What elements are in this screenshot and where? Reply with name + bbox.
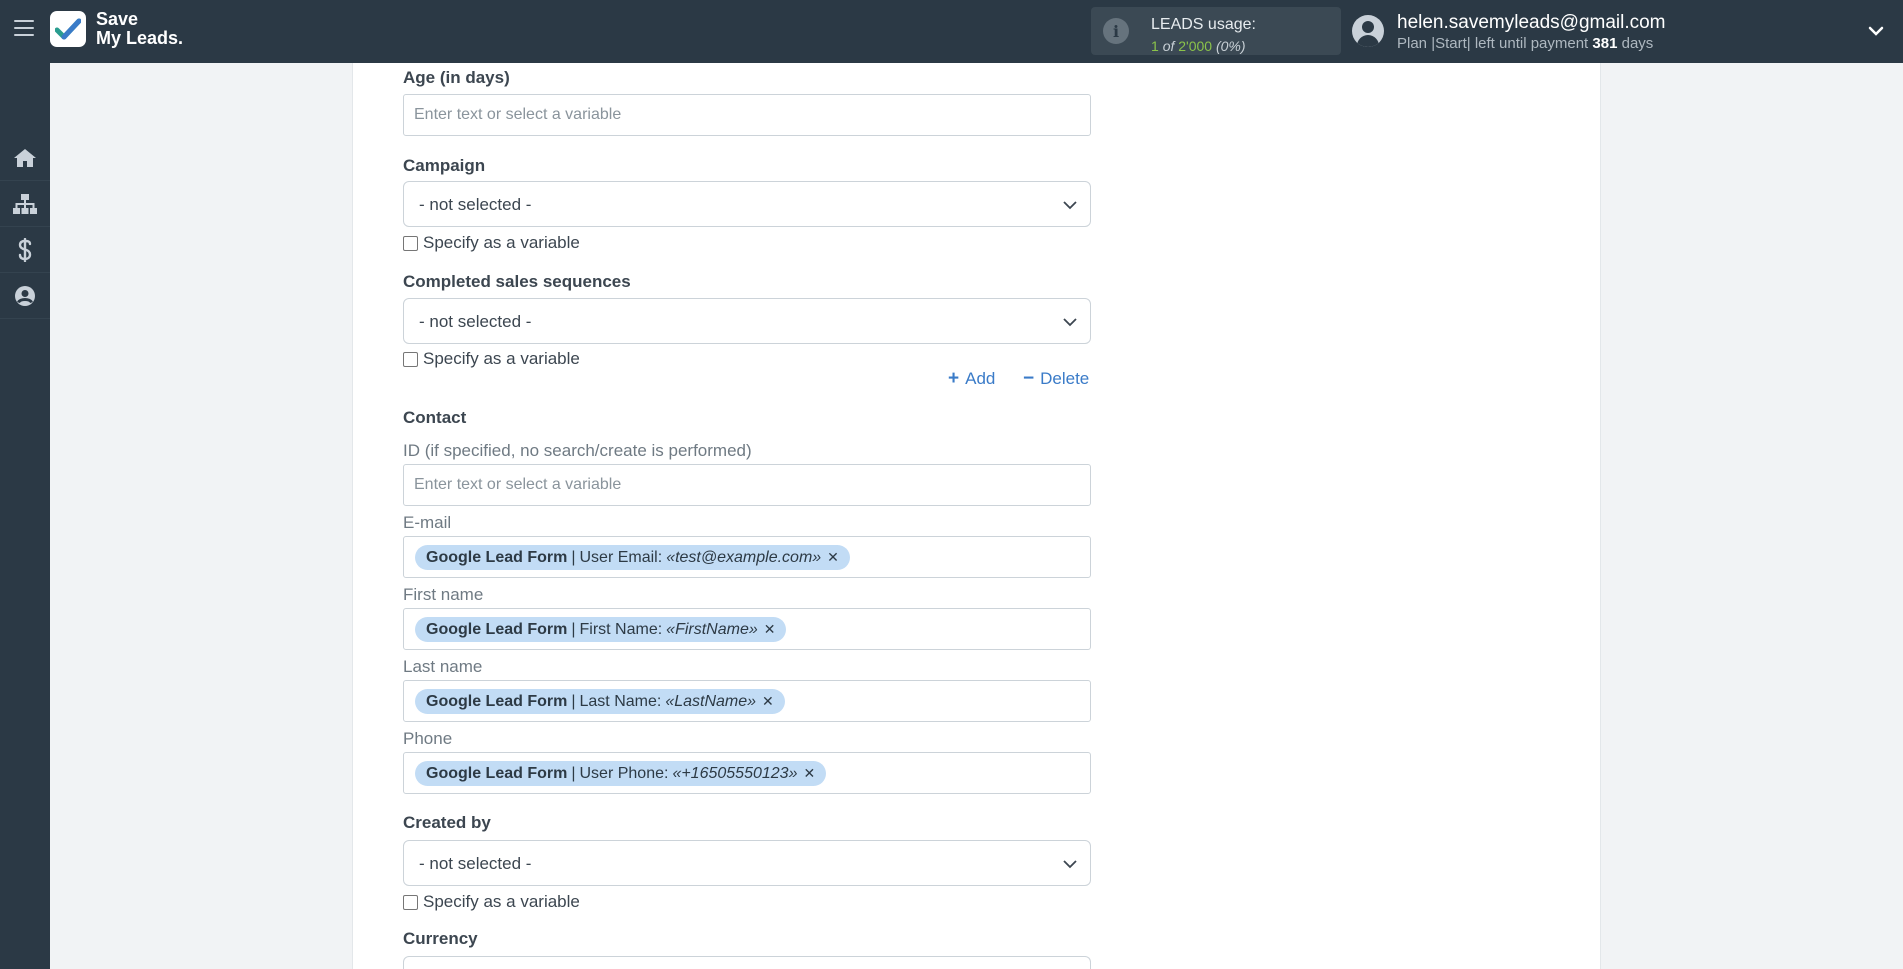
created-by-specify-checkbox[interactable]	[403, 894, 418, 910]
currency-select[interactable]	[403, 956, 1091, 969]
info-icon: i	[1103, 18, 1129, 44]
delete-button[interactable]: − Delete	[1023, 368, 1089, 390]
tag-field-name: User Email:	[579, 548, 663, 566]
campaign-select[interactable]: - not selected -	[403, 181, 1091, 227]
tag-source: Google Lead Form	[426, 548, 568, 566]
sidebar-item-connections[interactable]	[0, 181, 50, 227]
plan-days: 381	[1592, 35, 1618, 52]
sequences-specify-checkbox[interactable]	[403, 351, 418, 367]
chevron-down-icon	[1063, 318, 1077, 327]
logo[interactable]: Save My Leads.	[50, 10, 183, 48]
main-card: Age (in days) Campaign - not selected - …	[352, 63, 1601, 969]
avatar-icon	[1352, 15, 1384, 47]
add-button-label: Add	[965, 369, 996, 388]
created-by-label: Created by	[403, 813, 491, 832]
brand-line-1: Save	[96, 9, 139, 29]
home-icon	[14, 148, 36, 167]
currency-label: Currency	[403, 929, 478, 948]
last-name-variable-tag: Google Lead Form | Last Name: «LastName»…	[415, 689, 785, 714]
plan-text: Plan |Start| left until payment	[1397, 35, 1589, 52]
brand-name: Save My Leads.	[96, 10, 183, 48]
first-name-label: First name	[403, 585, 484, 604]
tag-source: Google Lead Form	[426, 620, 568, 638]
contact-section-title: Contact	[403, 408, 467, 427]
campaign-specify-label: Specify as a variable	[423, 233, 580, 252]
email-variable-tag: Google Lead Form | User Email: «test@exa…	[415, 545, 850, 570]
sidebar-item-account[interactable]	[0, 273, 50, 319]
email-label: E-mail	[403, 513, 452, 532]
campaign-label: Campaign	[403, 156, 486, 175]
sidebar	[0, 63, 50, 969]
plan-info: Plan |Start| left until payment 381 days	[1397, 35, 1653, 52]
phone-variable-tag: Google Lead Form | User Phone: «+1650555…	[415, 761, 827, 786]
created-by-select[interactable]: - not selected -	[403, 840, 1091, 886]
contact-id-input[interactable]	[403, 464, 1091, 506]
usage-total: 2'000	[1178, 38, 1213, 54]
remove-tag-icon[interactable]: ✕	[803, 765, 815, 782]
usage-percent: (0%)	[1215, 38, 1246, 54]
sitemap-icon	[13, 193, 37, 214]
first-name-field[interactable]: Google Lead Form | First Name: «FirstNam…	[403, 608, 1091, 650]
tag-source: Google Lead Form	[426, 764, 568, 782]
campaign-value: - not selected -	[419, 195, 532, 214]
usage-count: 1 of 2'000 (0%)	[1151, 38, 1246, 54]
menu-icon[interactable]	[14, 20, 34, 38]
remove-tag-icon[interactable]: ✕	[827, 549, 839, 566]
usage-title: LEADS usage:	[1151, 16, 1256, 33]
sequences-value: - not selected -	[419, 312, 532, 331]
delete-button-label: Delete	[1040, 369, 1090, 388]
first-name-variable-tag: Google Lead Form | First Name: «FirstNam…	[415, 617, 787, 642]
minus-icon: −	[1023, 368, 1035, 389]
plan-days-unit: days	[1621, 35, 1654, 52]
tag-example: «LastName»	[665, 692, 757, 710]
plus-icon: +	[948, 368, 960, 389]
brand-line-2: My Leads.	[96, 28, 184, 48]
created-by-specify-variable[interactable]: Specify as a variable	[403, 892, 580, 912]
sidebar-item-billing[interactable]	[0, 227, 50, 273]
age-label: Age (in days)	[403, 68, 510, 87]
tag-example: «test@example.com»	[666, 548, 822, 566]
chevron-down-icon	[1063, 860, 1077, 869]
tag-field-name: User Phone:	[579, 764, 669, 782]
campaign-specify-variable[interactable]: Specify as a variable	[403, 233, 580, 253]
logo-check-icon	[50, 11, 86, 47]
sequences-select[interactable]: - not selected -	[403, 298, 1091, 344]
created-by-specify-label: Specify as a variable	[423, 892, 580, 911]
tag-example: «+16505550123»	[672, 764, 798, 782]
created-by-value: - not selected -	[419, 854, 532, 873]
account-icon	[15, 285, 35, 306]
remove-tag-icon[interactable]: ✕	[762, 693, 774, 710]
leads-usage-panel: i LEADS usage: 1 of 2'000 (0%)	[1091, 7, 1341, 55]
last-name-label: Last name	[403, 657, 483, 676]
sequences-label: Completed sales sequences	[403, 272, 631, 291]
contact-id-label: ID (if specified, no search/create is pe…	[403, 441, 752, 460]
sidebar-item-home[interactable]	[0, 135, 50, 181]
phone-label: Phone	[403, 729, 453, 748]
chevron-down-icon[interactable]	[1867, 22, 1885, 40]
last-name-field[interactable]: Google Lead Form | Last Name: «LastName»…	[403, 680, 1091, 722]
usage-of: of	[1162, 38, 1175, 54]
tag-field-name: Last Name:	[579, 692, 662, 710]
sequences-specify-label: Specify as a variable	[423, 349, 580, 368]
tag-field-name: First Name:	[579, 620, 663, 638]
tag-source: Google Lead Form	[426, 692, 568, 710]
usage-used: 1	[1151, 38, 1159, 54]
phone-field[interactable]: Google Lead Form | User Phone: «+1650555…	[403, 752, 1091, 794]
sequences-specify-variable[interactable]: Specify as a variable	[403, 349, 580, 369]
email-field[interactable]: Google Lead Form | User Email: «test@exa…	[403, 536, 1091, 578]
chevron-down-icon	[1063, 201, 1077, 210]
age-input[interactable]	[403, 94, 1091, 136]
user-email: helen.savemyleads@gmail.com	[1397, 12, 1666, 33]
remove-tag-icon[interactable]: ✕	[764, 621, 776, 638]
add-button[interactable]: + Add	[948, 368, 995, 390]
tag-example: «FirstName»	[666, 620, 758, 638]
top-bar: Save My Leads. i LEADS usage: 1 of 2'000…	[0, 0, 1903, 63]
dollar-icon	[18, 237, 32, 262]
campaign-specify-checkbox[interactable]	[403, 235, 418, 251]
